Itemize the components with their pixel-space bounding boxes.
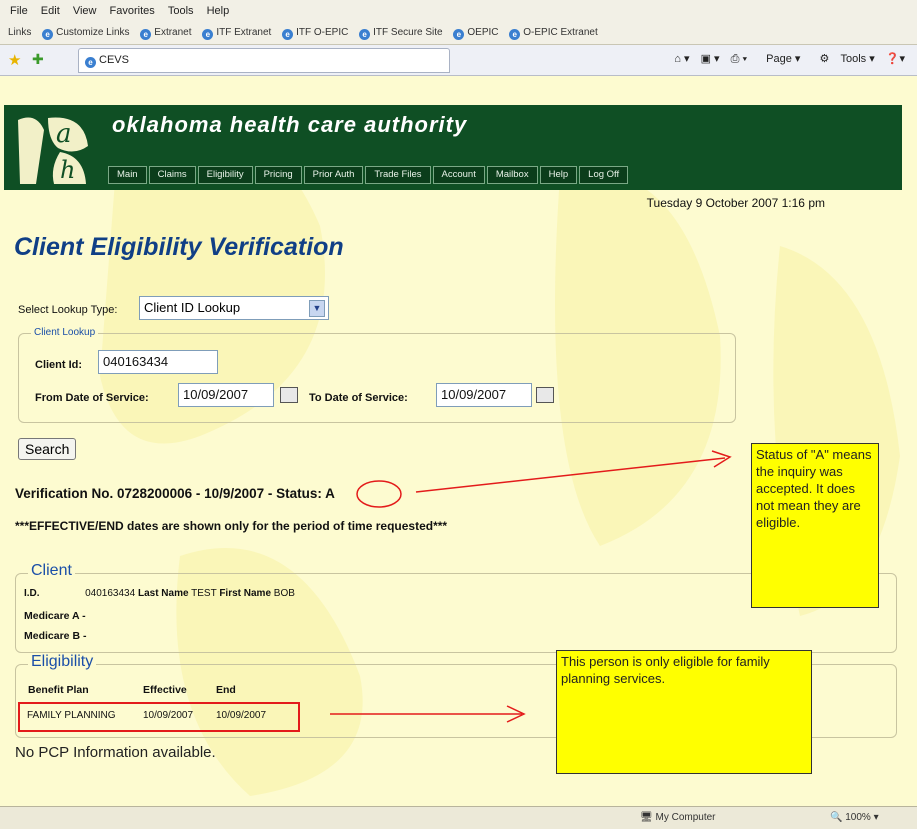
zone-label: My Computer	[655, 812, 716, 823]
status-arrow-line	[415, 457, 726, 493]
computer-icon: 🖥	[640, 812, 653, 823]
zoom-control[interactable]: 🔍 100% ▾	[830, 812, 879, 823]
zoom-icon: 🔍	[830, 812, 843, 823]
status-circle	[356, 480, 402, 508]
status-annotation: Status of "A" means the inquiry was acce…	[751, 443, 879, 608]
zone-indicator: 🖥 My Computer	[640, 812, 716, 823]
plan-annotation: This person is only eligible for family …	[556, 650, 812, 774]
status-bar: 🖥 My Computer 🔍 100% ▾	[0, 806, 917, 829]
zoom-label: 100%	[845, 812, 871, 823]
